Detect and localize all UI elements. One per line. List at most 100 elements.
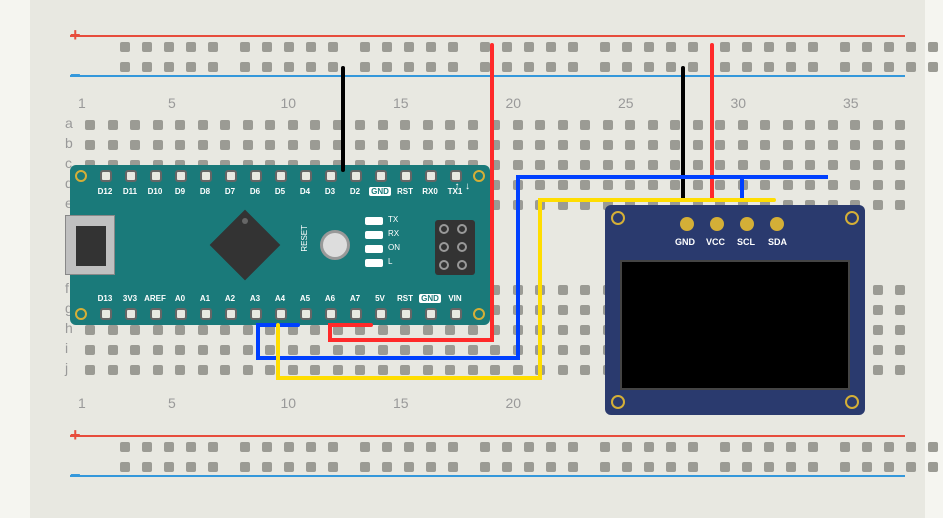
rail-hole xyxy=(164,462,174,472)
rail-hole xyxy=(884,462,894,472)
nano-pin xyxy=(250,308,262,320)
tie-hole xyxy=(130,120,140,130)
tie-hole xyxy=(85,325,95,335)
nano-pin xyxy=(275,170,287,182)
top-ground-rail-line xyxy=(70,75,905,77)
nano-pin-label: D12 xyxy=(94,187,116,196)
icsp-header-icon xyxy=(435,220,475,275)
rail-hole xyxy=(208,42,218,52)
tie-hole xyxy=(873,285,883,295)
tie-hole xyxy=(513,365,523,375)
rail-hole xyxy=(448,42,458,52)
rail-hole xyxy=(600,462,610,472)
rail-hole xyxy=(742,42,752,52)
nano-pin-label: A6 xyxy=(319,294,341,303)
tie-hole xyxy=(760,120,770,130)
tie-hole xyxy=(265,120,275,130)
tx-rx-arrow-icon: ↑ ↓ xyxy=(454,181,470,192)
rail-hole xyxy=(404,42,414,52)
rail-hole xyxy=(720,442,730,452)
tie-hole xyxy=(873,365,883,375)
tie-hole xyxy=(738,140,748,150)
rail-hole xyxy=(622,42,632,52)
rail-hole xyxy=(644,462,654,472)
tie-hole xyxy=(580,160,590,170)
tie-hole xyxy=(513,305,523,315)
nano-pin-label: 5V xyxy=(369,294,391,303)
mount-hole-icon xyxy=(845,211,859,225)
tie-hole xyxy=(175,120,185,130)
nano-pin-label: 3V3 xyxy=(119,294,141,303)
tie-hole xyxy=(850,120,860,130)
nano-pin-label: VIN xyxy=(444,294,466,303)
tie-hole xyxy=(513,285,523,295)
tie-hole xyxy=(108,140,118,150)
tie-hole xyxy=(288,365,298,375)
reset-button[interactable] xyxy=(320,230,350,260)
oled-module: GND VCC SCL SDA xyxy=(605,205,865,415)
tie-hole xyxy=(625,160,635,170)
rail-hole xyxy=(622,462,632,472)
tie-hole xyxy=(828,160,838,170)
column-label: 10 xyxy=(281,395,297,411)
tie-hole xyxy=(513,200,523,210)
rail-hole xyxy=(142,62,152,72)
tie-hole xyxy=(243,325,253,335)
mount-hole-icon xyxy=(473,170,485,182)
led-label: TX xyxy=(388,215,398,224)
nano-pin xyxy=(375,170,387,182)
led-rx-icon xyxy=(365,231,383,239)
tie-hole xyxy=(580,285,590,295)
column-label: 10 xyxy=(281,95,297,111)
tie-hole xyxy=(535,140,545,150)
rail-hole xyxy=(502,462,512,472)
rail-hole xyxy=(764,42,774,52)
tie-hole xyxy=(535,305,545,315)
tie-hole xyxy=(535,200,545,210)
mount-hole-icon xyxy=(611,395,625,409)
row-label: f xyxy=(65,280,69,296)
column-label: 20 xyxy=(506,95,522,111)
tie-hole xyxy=(558,180,568,190)
tie-hole xyxy=(198,325,208,335)
nano-pin xyxy=(300,170,312,182)
rail-hole xyxy=(502,442,512,452)
tie-hole xyxy=(355,345,365,355)
breadboard: + − + − 1155101015152020252530303535abcd… xyxy=(30,0,925,518)
rail-hole xyxy=(208,62,218,72)
tie-hole xyxy=(400,365,410,375)
rail-hole xyxy=(480,442,490,452)
tie-hole xyxy=(895,285,905,295)
row-label: b xyxy=(65,135,73,151)
rail-hole xyxy=(120,462,130,472)
tie-hole xyxy=(310,325,320,335)
column-label: 30 xyxy=(731,95,747,111)
tie-hole xyxy=(715,160,725,170)
rail-hole xyxy=(240,462,250,472)
tie-hole xyxy=(805,160,815,170)
tie-hole xyxy=(288,345,298,355)
tie-hole xyxy=(895,120,905,130)
nano-pin-label: D6 xyxy=(244,187,266,196)
tie-hole xyxy=(603,140,613,150)
rail-hole xyxy=(600,62,610,72)
rail-hole xyxy=(328,42,338,52)
rail-hole xyxy=(666,462,676,472)
tie-hole xyxy=(468,140,478,150)
rail-hole xyxy=(186,442,196,452)
tie-hole xyxy=(558,120,568,130)
rail-hole xyxy=(808,442,818,452)
rail-hole xyxy=(262,462,272,472)
rail-hole xyxy=(786,62,796,72)
tie-hole xyxy=(220,140,230,150)
tie-hole xyxy=(490,140,500,150)
tie-hole xyxy=(243,345,253,355)
rail-hole xyxy=(928,42,938,52)
tie-hole xyxy=(625,180,635,190)
rail-hole xyxy=(786,442,796,452)
rail-hole xyxy=(284,442,294,452)
rail-hole xyxy=(928,62,938,72)
tie-hole xyxy=(175,140,185,150)
oled-pin-vcc xyxy=(710,217,724,231)
nano-pin xyxy=(125,308,137,320)
